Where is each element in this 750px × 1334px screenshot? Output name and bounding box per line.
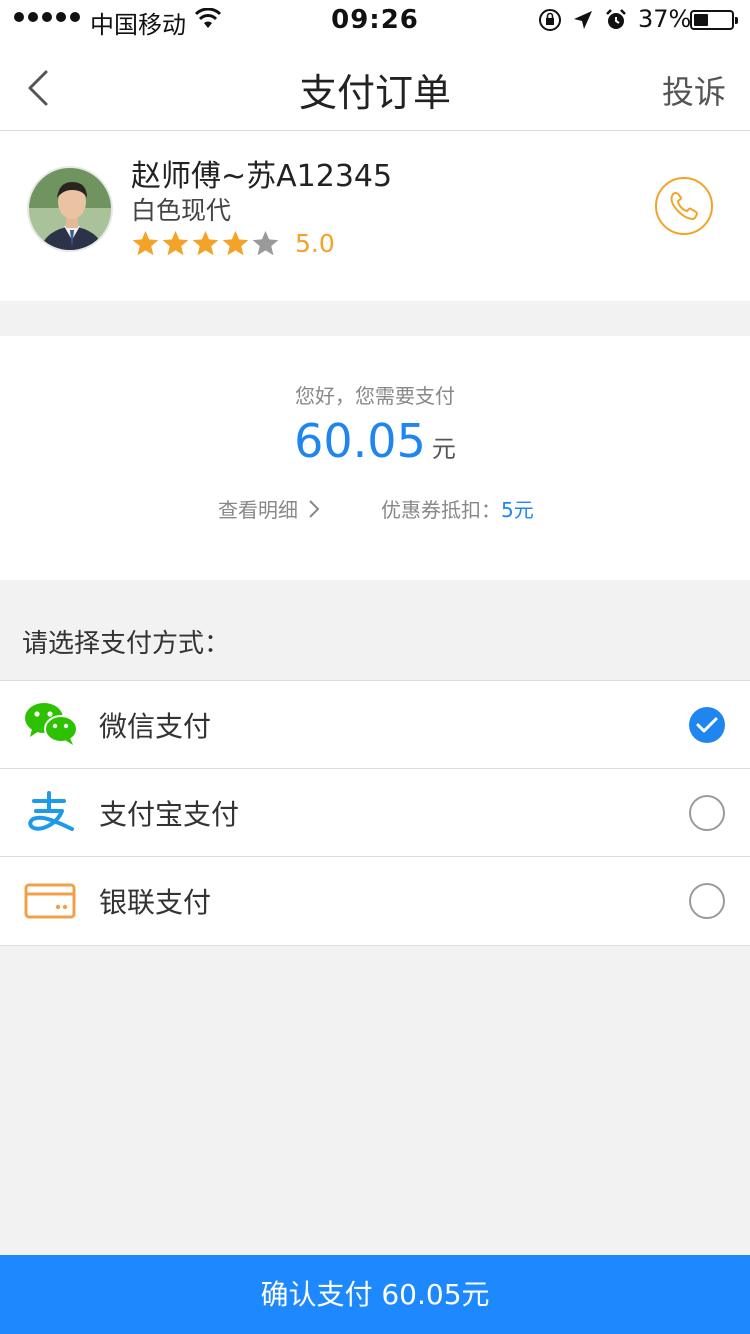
location-arrow-icon — [574, 11, 592, 29]
payment-amount: 60.05 — [294, 414, 426, 468]
star-filled-icon — [162, 230, 189, 256]
payment-method-label: 微信支付 — [99, 710, 212, 743]
payment-hint: 您好，您需要支付 — [295, 384, 455, 408]
payment-method-unionpay[interactable]: 银联支付 — [0, 857, 750, 945]
payment-method-alipay[interactable]: 支付宝支付 — [0, 769, 750, 857]
call-driver-button[interactable] — [655, 177, 713, 235]
wechat-icon — [25, 703, 78, 745]
payment-method-label: 支付宝支付 — [99, 798, 240, 831]
rating-score: 5.0 — [295, 229, 335, 258]
alipay-radio[interactable] — [689, 795, 725, 831]
star-empty-icon — [252, 230, 279, 256]
unionpay-radio[interactable] — [689, 883, 725, 919]
wechat-selected-radio[interactable] — [689, 707, 725, 743]
unionpay-card-icon — [24, 883, 76, 919]
phone-icon — [670, 192, 698, 220]
payment-method-wechat[interactable]: 微信支付 — [0, 681, 750, 769]
driver-car-model: 白色现代 — [131, 196, 232, 225]
payment-method-label: 银联支付 — [99, 886, 212, 919]
checkmark-icon — [696, 717, 718, 733]
payment-method-heading: 请选择支付方式： — [22, 629, 231, 659]
alipay-icon — [28, 791, 74, 831]
confirm-payment-button[interactable]: 确认支付 60.05元 — [0, 1255, 750, 1334]
view-details-link[interactable]: 查看明细 — [218, 494, 320, 523]
payment-unit: 元 — [431, 435, 456, 463]
chevron-right-icon — [309, 499, 320, 518]
rating-stars — [131, 229, 280, 258]
star-filled-icon — [132, 230, 159, 256]
driver-avatar — [27, 166, 113, 252]
star-filled-icon — [192, 230, 219, 256]
rotation-lock-icon — [539, 9, 561, 31]
battery-icon — [690, 10, 738, 30]
complain-button[interactable]: 投诉 — [662, 67, 726, 113]
battery-percentage: 37% — [638, 5, 692, 33]
payment-method-list: 微信支付 支付宝支付 银联支付 — [0, 680, 750, 946]
driver-info-card: 赵师傅~苏A12345 白色现代 5.0 — [0, 131, 750, 301]
star-filled-icon — [222, 230, 249, 256]
alarm-icon — [606, 9, 626, 29]
navigation-bar: 支付订单 投诉 — [0, 40, 750, 131]
payment-amount-row: 60.05 元 — [0, 414, 750, 468]
coupon-value: 5元 — [501, 498, 534, 522]
view-details-label: 查看明细 — [218, 498, 298, 522]
payment-summary-card: 您好，您需要支付 60.05 元 查看明细 优惠券抵扣：5元 — [0, 336, 750, 580]
status-bar: 中国移动 09:26 37% — [0, 0, 750, 40]
coupon-label: 优惠券抵扣： — [381, 498, 501, 522]
page-title: 支付订单 — [298, 71, 451, 115]
driver-name: 赵师傅~苏A12345 — [131, 159, 393, 194]
coupon-discount: 优惠券抵扣：5元 — [381, 494, 534, 523]
